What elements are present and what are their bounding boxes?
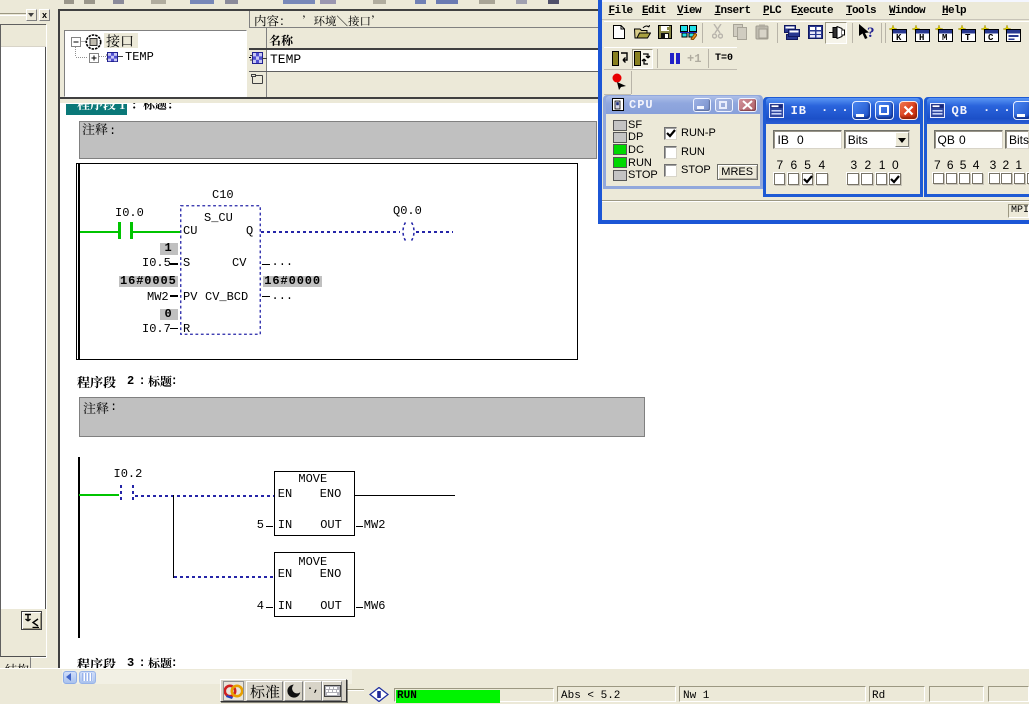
svg-text:H: H: [919, 33, 924, 42]
svg-text:C: C: [988, 33, 994, 42]
svg-text:T: T: [965, 33, 971, 42]
svg-text:?: ?: [867, 25, 875, 41]
svg-text:M: M: [942, 33, 947, 42]
svg-text:K: K: [896, 33, 902, 42]
